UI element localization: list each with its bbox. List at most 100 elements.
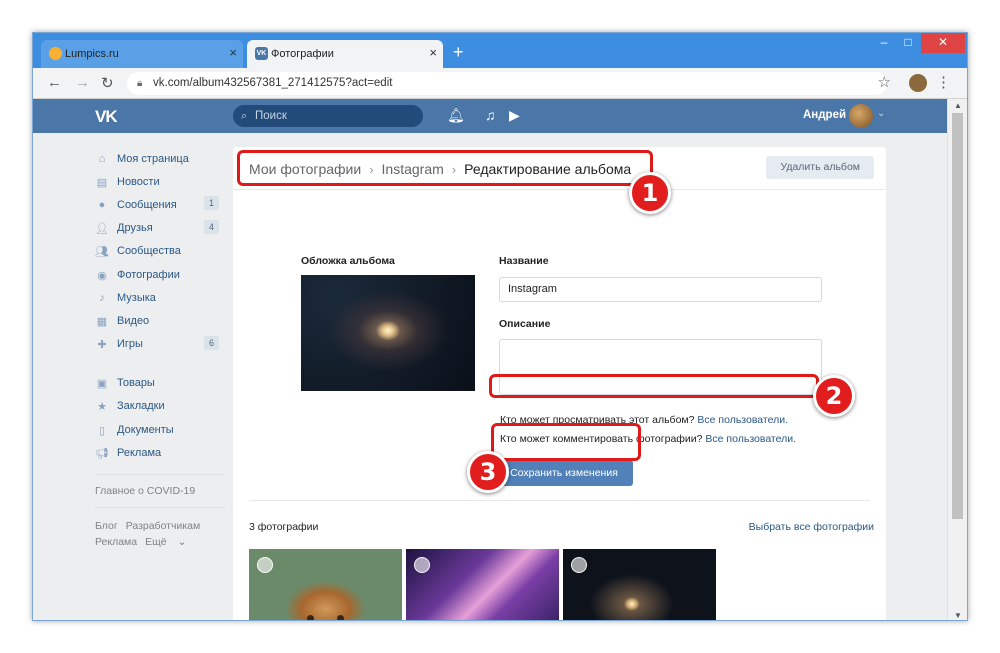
maximize-button[interactable]: □	[897, 33, 919, 53]
sidebar-item-label: Новости	[117, 175, 160, 188]
profile-avatar-icon[interactable]	[909, 74, 927, 92]
sidebar-item-messages[interactable]: ● Сообщения 1	[95, 193, 225, 216]
reload-icon[interactable]: ↻	[101, 74, 114, 92]
footer-dev-link[interactable]: Разработчикам	[126, 520, 201, 532]
photo-thumbnail-galaxy[interactable]	[563, 549, 716, 620]
goods-icon: ▣	[96, 378, 108, 391]
home-icon: ⌂	[98, 152, 106, 165]
chevron-down-icon[interactable]: ⌄	[877, 108, 885, 119]
sidebar-item-label: Закладки	[117, 400, 165, 413]
sidebar-item-games[interactable]: ✚ Игры 6	[95, 333, 225, 356]
video-play-icon[interactable]: ▶	[509, 107, 520, 124]
footer-ads-link[interactable]: Реклама	[95, 536, 137, 548]
footer-blog-link[interactable]: Блог	[95, 520, 118, 532]
photo-select-checkbox[interactable]	[257, 557, 273, 573]
sidebar-item-my-page[interactable]: ⌂ Моя страница	[95, 147, 225, 170]
back-arrow-icon[interactable]: ←	[47, 74, 62, 91]
sidebar-item-label: Моя страница	[117, 152, 189, 165]
album-cover-image[interactable]	[301, 275, 475, 391]
scroll-up-icon[interactable]: ▲	[954, 101, 962, 110]
sidebar-item-label: Товары	[117, 377, 155, 390]
sidebar-item-label: Фотографии	[117, 268, 180, 281]
sidebar-footer: Блог Разработчикам Реклама Ещё ⌄	[95, 518, 225, 550]
menu-dots-icon[interactable]: ⋮	[936, 73, 951, 91]
tab-photos[interactable]: VK Фотографии ×	[247, 40, 443, 68]
user-name[interactable]: Андрей	[803, 109, 846, 121]
tab-lumpics[interactable]: Lumpics.ru ×	[41, 40, 243, 68]
vk-logo[interactable]: VK	[95, 107, 118, 127]
browser-window: Lumpics.ru × VK Фотографии × + – □ ✕ ← →…	[32, 32, 968, 621]
tab-bar: Lumpics.ru × VK Фотографии × + – □ ✕	[33, 33, 967, 68]
delete-album-button[interactable]: Удалить альбом	[766, 156, 874, 179]
sidebar-item-music[interactable]: ♪ Музыка	[95, 286, 225, 309]
photo-thumbnail-dog[interactable]	[249, 549, 402, 620]
photos-count: 3 фотографии	[249, 521, 319, 533]
sidebar-item-label: Реклама	[117, 446, 162, 459]
left-sidebar: ⌂ Моя страница ▤ Новости ● Сообщения 1 👤…	[95, 147, 225, 550]
photo-select-checkbox[interactable]	[571, 557, 587, 573]
photo-select-checkbox[interactable]	[414, 557, 430, 573]
bell-icon[interactable]: 🔔︎	[447, 107, 465, 124]
annotation-box-save	[491, 423, 641, 461]
photos-icon: ◉	[97, 269, 107, 282]
user-avatar[interactable]	[849, 104, 873, 128]
vk-favicon-icon: VK	[255, 47, 268, 60]
album-name-input[interactable]: Instagram	[499, 277, 822, 302]
music-note-icon[interactable]: ♫	[485, 107, 496, 123]
new-tab-button[interactable]: +	[453, 42, 464, 63]
url-input[interactable]: 🔒︎ vk.com/album432567381_271412575?act=e…	[127, 72, 887, 95]
sidebar-item-label: Игры	[117, 338, 143, 351]
music-icon: ♪	[99, 291, 105, 304]
name-label: Название	[499, 255, 549, 267]
communities-icon: 👥︎	[95, 246, 109, 259]
news-icon: ▤	[96, 176, 108, 189]
sidebar-item-photos[interactable]: ◉ Фотографии	[95, 263, 225, 286]
section-divider	[249, 500, 870, 501]
sidebar-item-label: Документы	[117, 423, 174, 436]
annotation-number-2: 2	[813, 375, 855, 417]
search-input[interactable]: ⌕ Поиск	[233, 105, 423, 127]
annotation-number-3: 3	[467, 451, 509, 493]
dog-eye	[337, 615, 344, 620]
sidebar-item-goods[interactable]: ▣ Товары	[95, 372, 225, 395]
save-changes-button[interactable]: Сохранить изменения	[495, 460, 633, 486]
sidebar-divider	[95, 474, 225, 476]
sidebar-item-documents[interactable]: ▯ Документы	[95, 418, 225, 441]
covid-link[interactable]: Главное о COVID-19	[95, 485, 225, 497]
select-all-photos-link[interactable]: Выбрать все фотографии	[749, 521, 874, 533]
tab-title: Фотографии	[271, 48, 334, 60]
annotation-box-privacy	[489, 374, 819, 398]
close-tab-icon[interactable]: ×	[229, 45, 237, 60]
header-divider	[233, 189, 886, 190]
view-privacy-link[interactable]: Все пользователи.	[697, 414, 788, 426]
messages-count-badge: 1	[203, 196, 219, 211]
sidebar-item-ads[interactable]: 📢︎ Реклама	[95, 441, 225, 464]
address-bar: ← → ↻ 🔒︎ vk.com/album432567381_271412575…	[33, 68, 967, 99]
bookmark-star-icon[interactable]: ☆	[878, 73, 891, 91]
scroll-down-icon[interactable]: ▼	[954, 611, 962, 620]
scrollbar[interactable]: ▲ ▼	[947, 99, 967, 620]
close-tab-icon[interactable]: ×	[429, 45, 437, 60]
sidebar-item-bookmarks[interactable]: ★ Закладки	[95, 395, 225, 418]
close-window-button[interactable]: ✕	[921, 33, 965, 53]
scrollbar-thumb[interactable]	[952, 113, 963, 519]
sidebar-item-video[interactable]: ▦ Видео	[95, 309, 225, 332]
sidebar-item-news[interactable]: ▤ Новости	[95, 170, 225, 193]
sidebar-item-friends[interactable]: 👤︎ Друзья 4	[95, 217, 225, 240]
comment-privacy-link[interactable]: Все пользователи.	[705, 433, 796, 445]
forward-arrow-icon[interactable]: →	[75, 74, 90, 91]
search-placeholder: Поиск	[255, 110, 287, 122]
bookmarks-icon: ★	[97, 401, 107, 414]
sidebar-item-label: Видео	[117, 314, 150, 327]
photo-thumbnail-nebula[interactable]	[406, 549, 559, 620]
documents-icon: ▯	[98, 424, 106, 437]
footer-more-link[interactable]: Ещё ⌄	[145, 536, 186, 548]
sidebar-divider	[95, 507, 225, 509]
cover-label: Обложка альбома	[301, 255, 395, 267]
url-text: vk.com/album432567381_271412575?act=edit	[153, 77, 393, 89]
lumpics-favicon-icon	[49, 47, 62, 60]
sidebar-item-communities[interactable]: 👥︎ Сообщества	[95, 240, 225, 263]
video-icon: ▦	[96, 315, 108, 328]
minimize-button[interactable]: –	[873, 33, 895, 53]
annotation-number-1: 1	[629, 172, 671, 214]
